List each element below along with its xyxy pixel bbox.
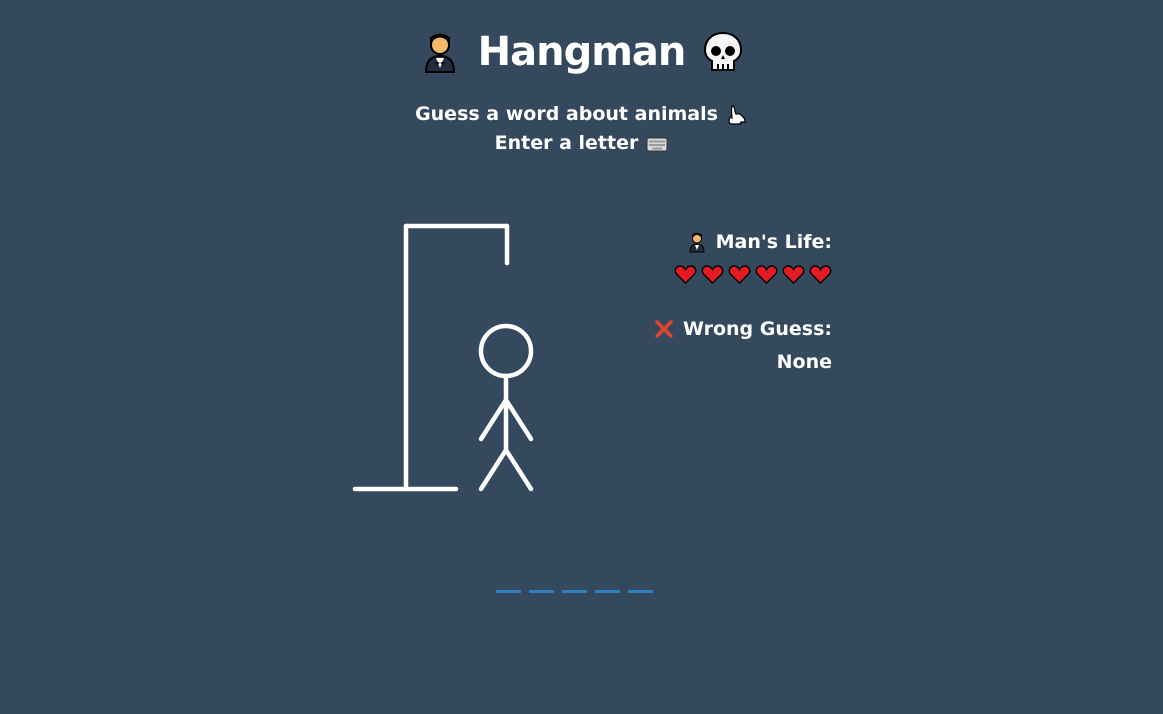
heart-icon xyxy=(809,265,832,285)
letter-prompt: Enter a letter xyxy=(494,132,639,154)
cross-icon xyxy=(655,320,673,338)
hangman-left-arm xyxy=(478,397,509,442)
gallows-drawing xyxy=(352,223,534,492)
heart-icon xyxy=(701,265,724,285)
instructions: Guess a word about animals Enter a lette… xyxy=(0,100,1163,158)
letter-blank xyxy=(628,590,653,593)
wrong-guess-value: None xyxy=(776,351,832,373)
wrong-guess-block: Wrong Guess: None xyxy=(640,315,832,379)
letter-blank xyxy=(595,590,620,593)
life-label: Man's Life: xyxy=(715,231,832,253)
lives-hearts xyxy=(640,264,832,285)
hint-line: Guess a word about animals xyxy=(0,100,1163,129)
heart-icon xyxy=(755,265,778,285)
hangman-left-leg xyxy=(478,447,509,492)
skull-icon xyxy=(704,31,743,71)
status-panel: Man's Life: Wrong Guess: None xyxy=(640,228,832,379)
letter-blank xyxy=(562,590,587,593)
letter-blank xyxy=(529,590,554,593)
category-hint: Guess a word about animals xyxy=(415,103,718,125)
rabbit-icon xyxy=(728,104,746,125)
man-in-tuxedo-icon xyxy=(689,232,705,253)
heart-icon xyxy=(782,265,805,285)
man-in-tuxedo-icon xyxy=(424,33,455,73)
heart-icon xyxy=(674,265,697,285)
hangman-right-leg xyxy=(503,447,534,492)
page-title: Hangman xyxy=(477,29,687,75)
wrong-label-row: Wrong Guess: xyxy=(640,315,832,343)
hangman-head xyxy=(478,323,534,379)
heart-icon xyxy=(728,265,751,285)
hangman-right-arm xyxy=(503,397,534,442)
header: Hangman Guess a word about animals Enter… xyxy=(0,22,1163,158)
life-label-row: Man's Life: xyxy=(640,228,832,256)
title-row: Hangman xyxy=(0,22,1163,82)
wrong-guess-label: Wrong Guess: xyxy=(682,318,832,340)
prompt-line: Enter a letter xyxy=(0,129,1163,158)
keyboard-icon xyxy=(646,137,668,151)
letter-blank xyxy=(496,590,521,593)
word-blanks xyxy=(496,590,653,593)
